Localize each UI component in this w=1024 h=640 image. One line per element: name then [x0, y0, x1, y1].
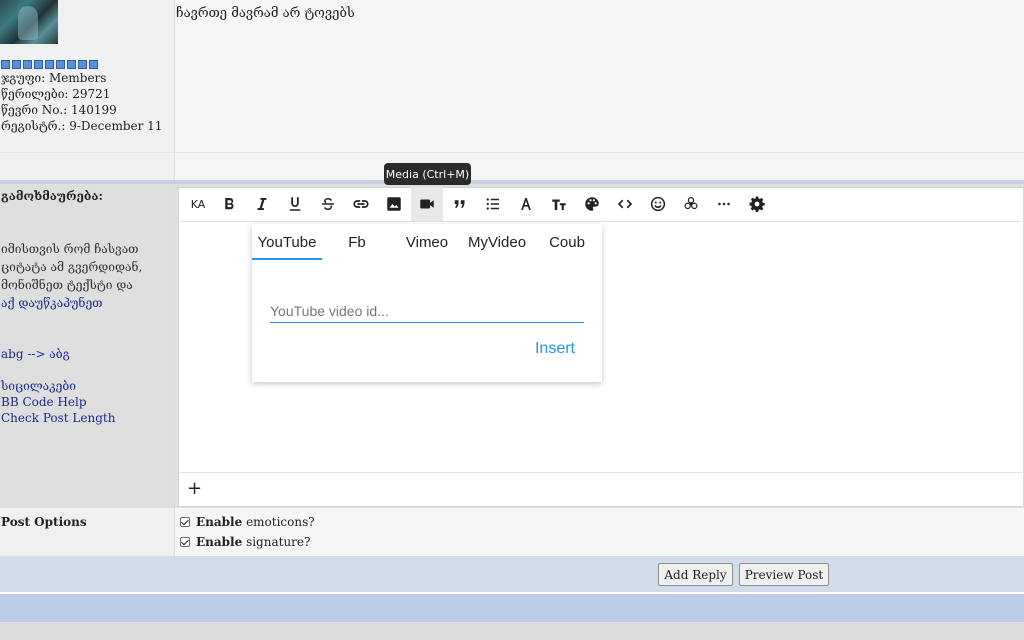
- reputation-pip: [1, 60, 10, 69]
- member-number: წევრი No.: 140199: [1, 103, 117, 117]
- check-post-length-link[interactable]: Check Post Length: [1, 411, 115, 425]
- reputation-pip: [89, 60, 98, 69]
- smilies-link[interactable]: სიცილაკები: [1, 379, 76, 393]
- add-button[interactable]: +: [187, 478, 203, 499]
- reputation-pip: [12, 60, 21, 69]
- reply-sidebar: [0, 184, 174, 508]
- tab-myvideo[interactable]: MyVideo: [462, 224, 532, 260]
- biohazard-icon: [684, 197, 698, 210]
- link-button[interactable]: [345, 187, 377, 221]
- post-options-label: Post Options: [1, 515, 87, 529]
- comment-label: გამოხმაურება:: [1, 189, 103, 203]
- italic-button[interactable]: [246, 187, 278, 221]
- signature-checkbox[interactable]: [180, 537, 190, 547]
- media-popup: YouTube Fb Vimeo MyVideo Coub Insert: [252, 224, 602, 382]
- quote-button[interactable]: [444, 187, 476, 221]
- strikethrough-icon: [322, 198, 334, 210]
- reputation-pip: [56, 60, 65, 69]
- reputation-pip: [45, 60, 54, 69]
- signature-label-rest: signature?: [246, 535, 311, 549]
- quote-link[interactable]: აქ დაუწკაპუნეთ: [1, 296, 103, 310]
- page-footer: [0, 622, 1024, 640]
- post-text: ჩავრთე მავრამ არ ტოვებს: [176, 6, 355, 21]
- reputation-pip: [78, 60, 87, 69]
- text-size-icon: [552, 199, 566, 210]
- editor-footer: [178, 472, 1024, 507]
- gear-icon: [749, 196, 765, 212]
- color-button[interactable]: [576, 187, 608, 221]
- quote-hint-line: მონიშნეთ ტექსტი და: [1, 278, 133, 292]
- form-buttons-bar: [0, 556, 1024, 592]
- media-tooltip: Media (Ctrl+M): [384, 163, 471, 185]
- emoticons-label: Enable emoticons?: [196, 515, 315, 529]
- active-tab-indicator: [252, 258, 322, 260]
- signature-label-bold: Enable: [196, 535, 243, 549]
- bbcode-help-link[interactable]: BB Code Help: [1, 395, 87, 409]
- more-button[interactable]: [708, 187, 740, 221]
- insert-button[interactable]: Insert: [522, 336, 588, 362]
- smiley-icon: [650, 196, 666, 212]
- font-size-button[interactable]: [543, 187, 575, 221]
- link-icon: [353, 200, 369, 208]
- emoticons-label-bold: Enable: [196, 515, 243, 529]
- italic-icon: [257, 198, 267, 210]
- list-icon: [486, 198, 499, 210]
- bottom-bar: [0, 594, 1024, 622]
- bold-icon: [225, 198, 234, 210]
- tab-vimeo[interactable]: Vimeo: [392, 224, 462, 260]
- emoticons-checkbox[interactable]: [180, 517, 190, 527]
- post-body-panel: [175, 0, 1024, 180]
- list-button[interactable]: [477, 187, 509, 221]
- preview-post-button[interactable]: Preview Post: [739, 563, 829, 586]
- divider: [0, 152, 1024, 153]
- strikethrough-button[interactable]: [312, 187, 344, 221]
- palette-icon: [585, 197, 599, 211]
- spoiler-button[interactable]: [675, 187, 707, 221]
- media-button[interactable]: [411, 187, 443, 221]
- registration-date: რეგისტრ.: 9-December 11: [1, 119, 163, 133]
- keyboard-layout-label: KA: [190, 197, 206, 211]
- tab-youtube[interactable]: YouTube: [252, 224, 322, 260]
- code-icon: [617, 199, 633, 209]
- quote-hint-line: იმისთვის რომ ჩასვათ: [1, 242, 139, 256]
- translit-link[interactable]: abg --> აბგ: [1, 347, 70, 361]
- reputation-pip: [23, 60, 32, 69]
- emoticons-label-rest: emoticons?: [246, 515, 315, 529]
- add-reply-button[interactable]: Add Reply: [658, 563, 733, 586]
- image-icon: [387, 197, 401, 211]
- tab-coub[interactable]: Coub: [532, 224, 602, 260]
- video-id-input[interactable]: [270, 300, 584, 323]
- font-icon: [521, 198, 531, 210]
- bold-button[interactable]: [213, 187, 245, 221]
- ellipsis-icon: [718, 202, 730, 206]
- image-button[interactable]: [378, 187, 410, 221]
- quote-hint-line: ციტატა ამ გვერდიდან,: [1, 260, 143, 274]
- tab-fb[interactable]: Fb: [322, 224, 392, 260]
- emoticons-option: Enable emoticons?: [180, 515, 315, 529]
- post-count: წერილები: 29721: [1, 87, 111, 101]
- signature-label: Enable signature?: [196, 535, 310, 549]
- underline-button[interactable]: [279, 187, 311, 221]
- code-button[interactable]: [609, 187, 641, 221]
- font-button[interactable]: [510, 187, 542, 221]
- editor-toolbar: KA: [178, 187, 1024, 222]
- settings-button[interactable]: [741, 187, 773, 221]
- emoji-button[interactable]: [642, 187, 674, 221]
- avatar[interactable]: [0, 0, 58, 44]
- quote-icon: [454, 200, 465, 208]
- reputation-bar: [1, 60, 98, 70]
- underline-icon: [289, 197, 301, 211]
- signature-option: Enable signature?: [180, 535, 310, 549]
- keyboard-layout-button[interactable]: KA: [182, 187, 214, 221]
- reputation-pip: [34, 60, 43, 69]
- member-group: ჯგუფი: Members: [1, 71, 107, 85]
- video-camera-icon: [420, 199, 434, 209]
- reputation-pip: [67, 60, 76, 69]
